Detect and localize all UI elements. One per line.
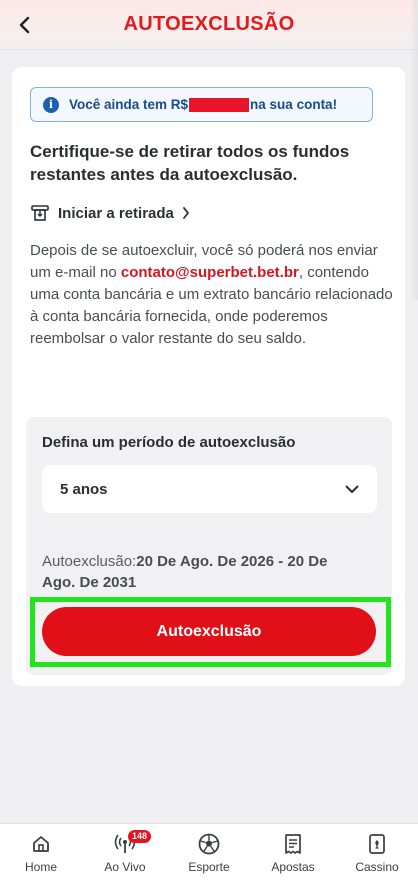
balance-notice: i Você ainda tem R$ na sua conta! bbox=[30, 87, 373, 122]
self-exclusion-card: i Você ainda tem R$ na sua conta! Certif… bbox=[12, 67, 405, 686]
scroll-edge bbox=[410, 0, 418, 300]
chevron-down-icon bbox=[345, 485, 359, 493]
range-prefix: Autoexclusão: bbox=[42, 553, 137, 570]
nav-item-home[interactable]: Home bbox=[1, 832, 81, 874]
redacted-amount bbox=[189, 97, 250, 112]
nav-label-casino: Cassino bbox=[355, 860, 399, 874]
soccer-ball-icon bbox=[198, 833, 220, 855]
nav-item-live[interactable]: 148 Ao Vivo bbox=[85, 830, 165, 874]
receipt-icon bbox=[285, 834, 301, 854]
nav-label-sports: Esporte bbox=[188, 860, 230, 874]
period-select[interactable]: 5 anos bbox=[42, 465, 377, 513]
exclusion-range: Autoexclusão:20 De Ago. De 2026 - 20 De … bbox=[42, 551, 362, 593]
start-withdrawal-label: Iniciar a retirada bbox=[58, 204, 174, 222]
refund-info-text: Depois de se autoexcluir, você só poderá… bbox=[30, 240, 395, 350]
period-label: Defina um período de autoexclusão bbox=[42, 434, 296, 451]
nav-label-home: Home bbox=[24, 860, 57, 874]
info-icon: i bbox=[43, 96, 59, 113]
period-select-value: 5 anos bbox=[60, 480, 108, 498]
self-exclusion-button[interactable]: Autoexclusão bbox=[42, 607, 376, 656]
nav-item-casino[interactable]: Cassino bbox=[337, 832, 417, 874]
balance-notice-text: Você ainda tem R$ na sua conta! bbox=[69, 97, 337, 112]
bottom-nav: Home 148 Ao Vivo Esporte Apostas Cassino bbox=[0, 823, 418, 884]
page-title: AUTOEXCLUSÃO bbox=[123, 13, 295, 35]
casino-card-icon bbox=[369, 834, 385, 854]
support-email-link[interactable]: contato@superbet.bet.br bbox=[121, 264, 299, 281]
nav-item-sports[interactable]: Esporte bbox=[169, 832, 249, 874]
nav-label-live: Ao Vivo bbox=[104, 860, 146, 874]
start-withdrawal-link[interactable]: Iniciar a retirada bbox=[30, 202, 190, 224]
chevron-right-icon bbox=[183, 207, 189, 219]
top-header: AUTOEXCLUSÃO bbox=[0, 0, 418, 50]
withdraw-heading: Certifique-se de retirar todos os fundos… bbox=[30, 142, 350, 184]
notice-suffix: na sua conta! bbox=[250, 97, 338, 112]
home-icon bbox=[33, 836, 49, 852]
live-count-badge: 148 bbox=[128, 830, 152, 843]
notice-prefix: Você ainda tem R$ bbox=[69, 97, 189, 112]
nav-item-bets[interactable]: Apostas bbox=[253, 832, 333, 874]
nav-label-bets: Apostas bbox=[271, 860, 315, 874]
withdraw-icon bbox=[31, 205, 49, 221]
